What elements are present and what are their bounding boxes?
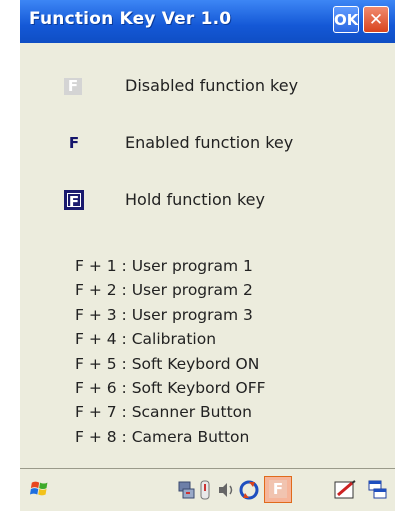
enabled-function-key-icon: F bbox=[68, 134, 80, 152]
ok-button[interactable]: OK bbox=[333, 6, 359, 33]
legend-enabled-label: Enabled function key bbox=[125, 133, 294, 152]
windows-start-icon[interactable] bbox=[28, 478, 54, 500]
mapping-item: F + 6 : Soft Keybord OFF bbox=[75, 378, 266, 397]
disabled-function-key-icon: F bbox=[64, 78, 82, 95]
window-title: Function Key Ver 1.0 bbox=[29, 9, 232, 29]
sync-icon[interactable] bbox=[238, 479, 260, 501]
switch-window-icon[interactable] bbox=[367, 479, 389, 501]
function-key-mapping-list: F + 1 : User program 1 F + 2 : User prog… bbox=[75, 254, 266, 449]
taskbar: F bbox=[20, 469, 395, 511]
function-key-tray-icon: F bbox=[269, 480, 287, 498]
volume-icon[interactable] bbox=[216, 479, 236, 501]
mapping-item: F + 8 : Camera Button bbox=[75, 427, 250, 446]
close-icon: ✕ bbox=[368, 10, 384, 30]
legend-disabled-label: Disabled function key bbox=[125, 76, 299, 95]
title-bar: Function Key Ver 1.0 OK ✕ bbox=[20, 0, 395, 43]
connection-icon[interactable] bbox=[197, 479, 213, 501]
mapping-item: F + 4 : Calibration bbox=[75, 330, 217, 349]
mapping-item: F + 3 : User program 3 bbox=[75, 305, 253, 324]
function-key-window: Function Key Ver 1.0 OK ✕ F Disabled fun… bbox=[20, 0, 395, 511]
mapping-item: F + 5 : Soft Keybord ON bbox=[75, 354, 260, 373]
hold-function-key-icon: F bbox=[64, 190, 84, 211]
mapping-item: F + 1 : User program 1 bbox=[75, 257, 253, 275]
network-icon[interactable] bbox=[177, 479, 197, 501]
legend-hold-label: Hold function key bbox=[125, 190, 265, 209]
mapping-item: F + 2 : User program 2 bbox=[75, 281, 253, 300]
function-key-tray-button[interactable]: F bbox=[264, 476, 292, 503]
mapping-item: F + 7 : Scanner Button bbox=[75, 403, 252, 422]
input-panel-icon[interactable] bbox=[334, 479, 358, 501]
close-button[interactable]: ✕ bbox=[363, 6, 389, 33]
